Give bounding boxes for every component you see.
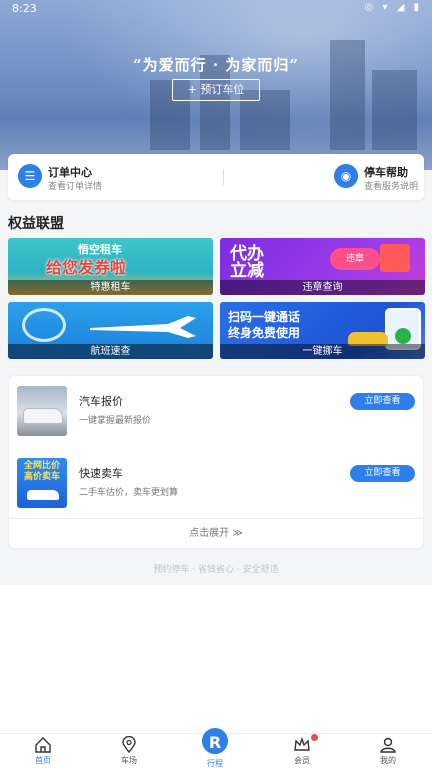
status-bar: 8:23 ◎ ▾ ◢ ▮	[0, 0, 432, 18]
tile-tag: 违章	[330, 248, 380, 270]
order-center-item[interactable]: ☰ 订单中心 查看订单详情	[18, 162, 168, 192]
status-icons: ◎ ▾ ◢ ▮	[364, 2, 422, 13]
tile-banner-sub: 终身免费使用	[228, 326, 301, 340]
product-title: 汽车报价	[79, 395, 123, 408]
help-icon: ◉	[334, 164, 358, 188]
parking-help-subtitle: 查看服务说明	[364, 182, 419, 192]
parking-help-item[interactable]: ◉ 停车帮助 查看服务说明	[334, 162, 420, 192]
car-icon	[23, 408, 63, 424]
tile-banner-main: 给您发券啦	[46, 258, 127, 277]
tab-label: 首页	[35, 756, 51, 765]
car-photo	[17, 386, 67, 436]
tile-label: 航班速查	[8, 344, 213, 359]
expand-button[interactable]: 点击展开 ≫	[9, 518, 423, 548]
tile-banner-main: 扫码一键通话	[228, 310, 301, 324]
product-list: 汽车报价 一键掌握最新报价 立即查看 全网比价 高价卖车 快速卖车 二手车估价，…	[8, 375, 424, 549]
divider	[223, 169, 224, 185]
tile-flight-check[interactable]: 航班速查	[8, 302, 213, 359]
bottom-tab-bar: 首页 车场 R 行程 会员 我的	[0, 726, 432, 768]
home-icon	[35, 737, 51, 753]
tab-label: 行程	[207, 759, 223, 768]
hero-building	[372, 70, 417, 150]
tile-move-car[interactable]: 扫码一键通话 终身免费使用 一键挪车	[220, 302, 425, 359]
hero-slogan: “为爱而行 · 为家而归”	[133, 56, 299, 74]
quick-actions-card: ☰ 订单中心 查看订单详情 ◉ 停车帮助 查看服务说明	[8, 154, 424, 200]
document-icon	[380, 244, 410, 272]
tab-label: 车场	[121, 756, 137, 765]
airplane-icon	[90, 316, 196, 338]
sell-car-banner: 全网比价 高价卖车	[17, 458, 67, 508]
hero-banner: 8:23 ◎ ▾ ◢ ▮ “为爱而行 · 为家而归” + 预订车位	[0, 0, 432, 170]
tile-car-rental[interactable]: 悟空租车 给您发券啦 特惠租车	[8, 238, 213, 295]
parking-help-title: 停车帮助	[364, 166, 408, 179]
tile-banner-main: 代办立减	[230, 244, 264, 281]
notification-badge	[311, 734, 318, 741]
content-area	[0, 585, 432, 733]
tab-label: 我的	[380, 756, 396, 765]
tab-label: 会员	[294, 756, 310, 765]
tile-label: 一键挪车	[220, 344, 425, 359]
order-center-subtitle: 查看订单详情	[48, 182, 103, 192]
product-subtitle: 二手车估价，卖车更划算	[79, 488, 179, 498]
tile-label: 特惠租车	[8, 280, 213, 295]
tab-member[interactable]: 会员	[272, 734, 332, 768]
product-subtitle: 一键掌握最新报价	[79, 416, 152, 426]
order-center-title: 订单中心	[48, 166, 92, 179]
status-time: 8:23	[12, 2, 37, 15]
tab-profile[interactable]: 我的	[358, 736, 418, 768]
tile-violation-check[interactable]: 代办立减 违章 违章查询	[220, 238, 425, 295]
reserve-parking-button[interactable]: + 预订车位	[172, 79, 260, 101]
tab-parking-lot[interactable]: 车场	[99, 736, 159, 768]
list-item: 全网比价 高价卖车 快速卖车 二手车估价，卖车更划算 立即查看	[17, 458, 415, 514]
call-icon	[395, 328, 411, 344]
tab-trip[interactable]: R 行程	[186, 726, 246, 768]
banner-text: 全网比价 高价卖车	[23, 461, 60, 482]
product-title: 快速卖车	[79, 467, 123, 480]
profile-icon	[380, 737, 396, 753]
footer-slogan: 预约停车 · 省钱省心 · 安全舒适	[153, 565, 279, 575]
section-title: 权益联盟	[8, 216, 64, 232]
car-icon	[27, 490, 59, 500]
view-now-button[interactable]: 立即查看	[350, 465, 415, 482]
tab-home[interactable]: 首页	[13, 736, 73, 768]
search-icon	[22, 308, 66, 342]
list-icon: ☰	[18, 164, 42, 188]
view-now-button[interactable]: 立即查看	[350, 393, 415, 410]
crown-icon	[294, 736, 310, 751]
list-item: 汽车报价 一键掌握最新报价 立即查看	[17, 386, 415, 442]
location-icon	[122, 736, 136, 754]
tile-label: 违章查询	[220, 280, 425, 295]
trip-icon: R	[200, 726, 230, 756]
